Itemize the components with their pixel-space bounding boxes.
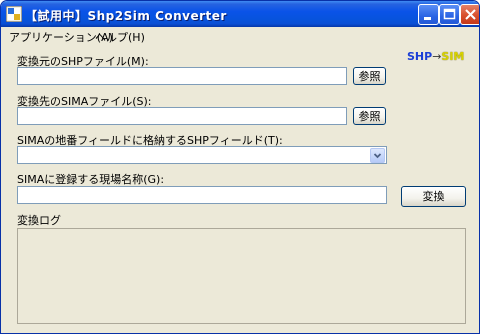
close-button[interactable]	[460, 4, 479, 25]
chevron-down-icon	[373, 153, 382, 159]
dropdown-button[interactable]	[370, 148, 385, 163]
maximize-button[interactable]	[439, 4, 460, 25]
conversion-log-area[interactable]	[17, 228, 466, 324]
window-title: 【試用中】Shp2Sim Converter	[25, 9, 227, 23]
shp-field-select[interactable]	[17, 146, 387, 164]
menu-bar: アプリケーション(A) ヘルプ(H)	[1, 27, 479, 46]
site-name-label: SIMAに登録する現場名称(G):	[17, 173, 165, 186]
minimize-icon	[424, 17, 431, 20]
app-window: 【試用中】Shp2Sim Converter アプリケーション(A) ヘルプ(H…	[0, 0, 480, 334]
shp-to-sim-logo: SHP→SIM	[407, 50, 465, 63]
maximize-icon	[443, 8, 456, 20]
shp-file-input[interactable]	[17, 67, 347, 85]
sima-browse-button[interactable]: 参照	[353, 107, 386, 125]
app-icon[interactable]	[6, 6, 22, 22]
minimize-button[interactable]	[418, 4, 439, 25]
convert-button[interactable]: 変換	[401, 186, 466, 207]
conversion-log-label: 変換ログ	[17, 214, 61, 227]
title-bar[interactable]: 【試用中】Shp2Sim Converter	[1, 1, 479, 27]
shp-browse-button[interactable]: 参照	[353, 67, 386, 85]
menu-help[interactable]: ヘルプ(H)	[95, 29, 145, 45]
sima-file-input[interactable]	[17, 107, 347, 125]
close-icon	[465, 9, 476, 20]
site-name-input[interactable]	[17, 186, 387, 204]
